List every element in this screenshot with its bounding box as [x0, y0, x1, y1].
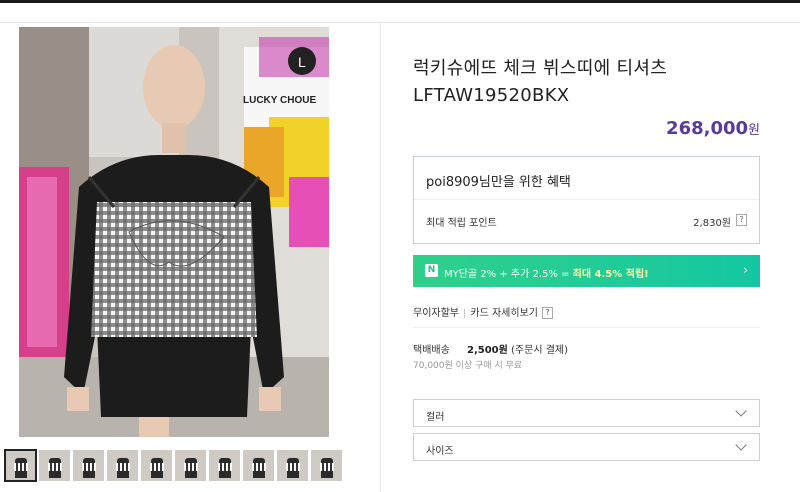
shipping-row: 택배배송 2,500원 (주문시 결제): [413, 341, 568, 356]
thumbnail-3[interactable]: [73, 450, 104, 481]
column-divider: [380, 22, 381, 492]
thumbnail-strip: [4, 449, 345, 484]
free-shipping-note: 70,000원 이상 구매 시 무료: [413, 361, 523, 371]
shipping-method: 택배배송: [413, 345, 450, 356]
chevron-down-icon: [735, 439, 747, 451]
shipping-fee-note: (주문시 결제): [511, 345, 569, 356]
chevron-right-icon: ›: [743, 263, 748, 277]
thumbnail-5[interactable]: [141, 450, 172, 481]
product-model-code: LFTAW19520BKX: [413, 85, 570, 106]
installment-separator: |: [463, 308, 467, 319]
shipping-fee: 2,500원 (주문시 결제): [467, 345, 568, 356]
max-points-value: 2,830원: [693, 218, 731, 229]
thumbnail-4[interactable]: [107, 450, 138, 481]
product-photo-illustration: L LUCKY CHOUE: [19, 27, 329, 437]
shipping-fee-amount: 2,500원: [467, 345, 508, 356]
product-main-image[interactable]: L LUCKY CHOUE: [19, 27, 329, 437]
product-price: 268,000원: [666, 118, 760, 139]
benefit-divider: [414, 199, 759, 200]
store-logo-letter: L: [298, 54, 306, 70]
thumbnail-10[interactable]: [311, 450, 342, 481]
benefit-header: poi8909님만을 위한 혜택: [426, 175, 571, 190]
thumbnail-2[interactable]: [39, 450, 70, 481]
size-select-label: 사이즈: [426, 446, 454, 457]
color-select[interactable]: 컬러: [413, 399, 760, 427]
thumbnail-8[interactable]: [243, 450, 274, 481]
promo-highlight: 최대 4.5% 적립!: [572, 269, 649, 280]
header-divider: [0, 22, 800, 23]
naver-badge-icon: N: [425, 264, 438, 277]
size-select[interactable]: 사이즈: [413, 433, 760, 461]
product-title-name: 럭키슈에뜨 체크 뷔스띠에 티셔츠: [413, 58, 668, 79]
color-select-label: 컬러: [426, 412, 445, 423]
max-points-label: 최대 적립 포인트: [426, 218, 497, 229]
card-help-icon[interactable]: ?: [541, 307, 553, 319]
member-benefit-box: poi8909님만을 위한 혜택 최대 적립 포인트 2,830원 ?: [413, 156, 760, 244]
thumbnail-6[interactable]: [175, 450, 206, 481]
card-details-link[interactable]: 카드 자세히보기: [470, 308, 538, 319]
price-amount: 268,000: [666, 118, 749, 139]
installment-row: 무이자할부 | 카드 자세히보기?: [413, 304, 553, 319]
points-help-icon[interactable]: ?: [736, 214, 747, 226]
thumbnail-1[interactable]: [4, 449, 37, 482]
thumbnail-7[interactable]: [209, 450, 240, 481]
price-unit: 원: [748, 123, 760, 138]
section-divider: [413, 327, 760, 328]
store-sign-text: LUCKY CHOUE: [243, 95, 316, 106]
installment-label: 무이자할부: [413, 308, 459, 319]
thumbnail-9[interactable]: [277, 450, 308, 481]
promo-text-main: MY단골 2% + 추가 2.5% =: [444, 269, 573, 280]
promo-text: MY단골 2% + 추가 2.5% = 최대 4.5% 적립!: [444, 265, 649, 280]
chevron-down-icon: [735, 405, 747, 417]
top-border: [0, 0, 800, 3]
product-title: 럭키슈에뜨 체크 뷔스띠에 티셔츠 LFTAW19520BKX: [413, 55, 773, 109]
my-regular-promo-banner[interactable]: N MY단골 2% + 추가 2.5% = 최대 4.5% 적립! ›: [413, 255, 760, 287]
